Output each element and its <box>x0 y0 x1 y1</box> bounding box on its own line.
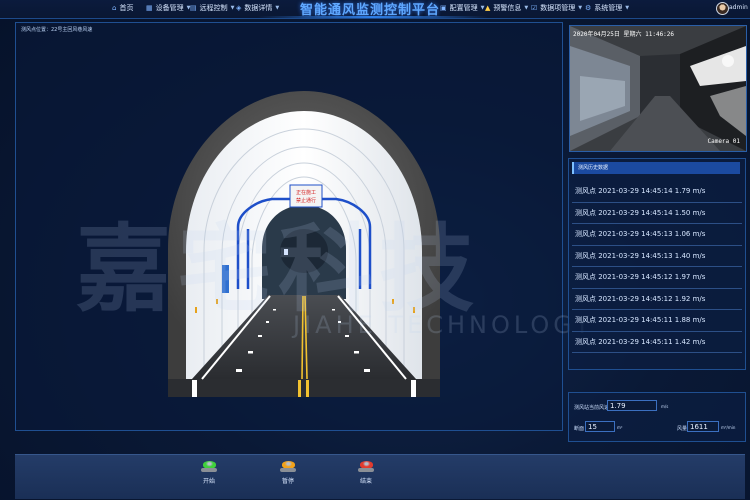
nav-remote-control[interactable]: ▤ 远程控制 ▼ <box>190 3 234 13</box>
chevron-down-icon: ▼ <box>524 5 529 11</box>
nav-data-item-management[interactable]: ☑ 数据项管理 ▼ <box>531 3 582 13</box>
nav-label: 系统管理 <box>594 4 623 12</box>
nav-system-management[interactable]: ⚙ 系统管理 ▼ <box>585 3 629 13</box>
nav-label: 数据项管理 <box>540 4 576 12</box>
volume-value-field[interactable]: 1611 <box>687 421 719 432</box>
start-label: 开始 <box>202 478 215 485</box>
area-unit: m² <box>617 425 623 430</box>
camera-label: Camera 01 <box>707 138 740 145</box>
wind-history-title: 测风历史数据 <box>572 162 740 174</box>
pause-button[interactable]: 暂停 <box>273 455 303 485</box>
username: admin <box>729 4 748 11</box>
tunnel-illustration: 正在施工 禁止通行 <box>168 91 440 397</box>
chevron-down-icon: ▼ <box>578 5 583 11</box>
start-button-base <box>201 468 217 472</box>
camera-feed[interactable]: 2020年04月25日 星期六 11:46:26 Camera 01 <box>569 25 747 152</box>
system-icon: ⚙ <box>585 4 592 12</box>
nav-config-management[interactable]: ▣ 配置管理 ▼ <box>440 3 484 13</box>
wind-history-panel: 测风历史数据 测风点 2021-03-29 14:45:14 1.79 m/s … <box>568 158 746 370</box>
title-underline <box>258 16 488 18</box>
volume-unit: m³/min <box>721 425 736 430</box>
volume-label: 风量 <box>677 426 688 432</box>
alert-icon: ▲ <box>485 4 491 12</box>
speed-label: 测风站当前风速 <box>574 405 610 411</box>
chevron-down-icon: ▼ <box>230 5 235 11</box>
sign-line-2: 禁止通行 <box>296 197 316 204</box>
nav-label: 远程控制 <box>199 4 228 12</box>
avatar[interactable] <box>716 2 729 15</box>
control-bar: 开始 暂停 结束 <box>15 454 745 499</box>
nav-label: 配置管理 <box>449 4 478 12</box>
start-button[interactable]: 开始 <box>194 455 224 485</box>
device-icon: ▦ <box>146 4 153 12</box>
nav-device-management[interactable]: ▦ 设备管理 ▼ <box>146 3 190 13</box>
list-item: 测风点 2021-03-29 14:45:12 1.92 m/s <box>572 289 742 310</box>
stop-label: 结束 <box>359 478 372 485</box>
nav-label: 数据详情 <box>244 4 273 12</box>
chevron-down-icon: ▼ <box>480 5 485 11</box>
data-icon: ◈ <box>236 4 242 12</box>
nav-label: 预警信息 <box>493 4 522 12</box>
remote-icon: ▤ <box>190 4 197 12</box>
list-item: 测风点 2021-03-29 14:45:13 1.40 m/s <box>572 246 742 267</box>
data-item-icon: ☑ <box>531 4 538 12</box>
pause-label: 暂停 <box>281 478 294 485</box>
nav-alert-info[interactable]: ▲ 预警信息 ▼ <box>485 3 528 13</box>
area-value-field[interactable]: 15 <box>585 421 615 432</box>
measurement-point-caption: 测风点位置：22号主回风巷风速 <box>21 27 93 33</box>
speed-value-field[interactable]: 1.79 <box>607 400 657 411</box>
area-label: 断面 <box>574 426 585 432</box>
list-item: 测风点 2021-03-29 14:45:13 1.06 m/s <box>572 224 742 246</box>
list-item: 测风点 2021-03-29 14:45:12 1.97 m/s <box>572 267 742 289</box>
nav-label: 首页 <box>119 4 134 12</box>
stop-button[interactable]: 结束 <box>351 455 381 485</box>
nav-label: 设备管理 <box>155 4 184 12</box>
sign-line-1: 正在施工 <box>296 189 316 196</box>
camera-timestamp: 2020年04月25日 星期六 11:46:26 <box>573 31 675 38</box>
list-item: 测风点 2021-03-29 14:45:14 1.79 m/s <box>572 181 742 203</box>
camera-image <box>570 26 746 151</box>
stop-button-base <box>358 468 374 472</box>
chevron-down-icon: ▼ <box>625 5 630 11</box>
nav-home[interactable]: ⌂ 首页 <box>112 3 133 13</box>
home-icon: ⌂ <box>112 4 117 12</box>
list-item: 测风点 2021-03-29 14:45:11 1.88 m/s <box>572 310 742 332</box>
tunnel-view-panel: 测风点位置：22号主回风巷风速 正在施工 禁止通行 JIAHE TECHNOLO… <box>15 22 589 431</box>
pause-button-base <box>280 468 296 472</box>
wind-history-list: 测风点 2021-03-29 14:45:14 1.79 m/s 测风点 202… <box>572 181 742 353</box>
config-icon: ▣ <box>440 4 447 12</box>
wind-parameters-panel: 测风站当前风速 1.79 m/s 断面 15 m² 风量 1611 m³/min <box>568 392 746 442</box>
list-item: 测风点 2021-03-29 14:45:14 1.50 m/s <box>572 203 742 224</box>
speed-unit: m/s <box>661 404 669 409</box>
list-item: 测风点 2021-03-29 14:45:11 1.42 m/s <box>572 332 742 353</box>
